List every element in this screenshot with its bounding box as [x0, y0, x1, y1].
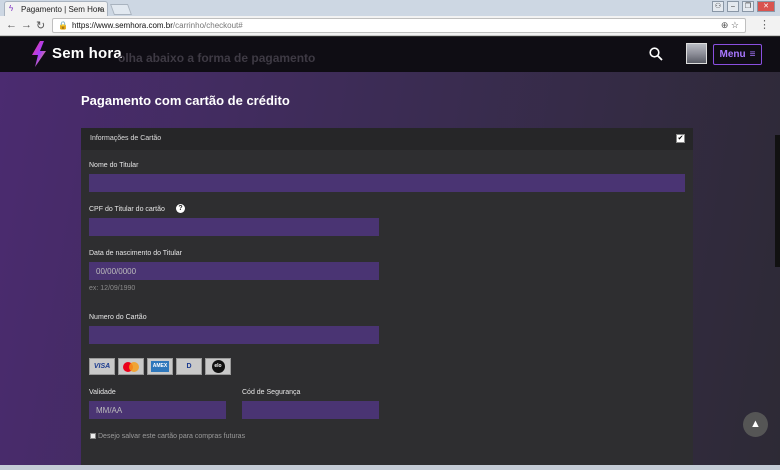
site-favicon-icon: ϟ	[9, 4, 14, 13]
logo-bolt-icon[interactable]	[31, 41, 47, 67]
elo-label: elo	[211, 360, 225, 373]
mastercard-circles-icon	[123, 361, 139, 372]
birth-date-label: Data de nascimento do Titular	[89, 250, 182, 257]
tab-close-icon[interactable]: ×	[98, 4, 103, 14]
scroll-to-top-button[interactable]: ▲	[743, 412, 768, 437]
url-host: https://www.semhora.com.br	[71, 21, 173, 30]
save-card-label[interactable]: Desejo salvar este cartão para compras f…	[98, 433, 245, 440]
logo-text[interactable]: Sem hora	[52, 45, 122, 62]
card-number-label: Numero do Cartão	[89, 314, 147, 321]
address-bar-row: ← → ↻ 🔒 https://www.semhora.com.br/carri…	[0, 16, 780, 36]
reload-icon[interactable]: ↻	[36, 19, 45, 32]
search-icon[interactable]	[649, 47, 663, 61]
tab-title: Pagamento | Sem Hora	[21, 4, 105, 14]
page-title: Pagamento com cartão de crédito	[81, 93, 290, 108]
validity-label: Validade	[89, 389, 116, 396]
section-checkbox[interactable]: ✔	[676, 134, 685, 143]
page-scrollbar[interactable]	[775, 135, 780, 267]
card-section-label: Informações de Cartão	[90, 135, 162, 142]
site-header: Sem hora olha abaixo a forma de pagament…	[0, 37, 780, 72]
birth-date-input[interactable]: 00/00/0000	[89, 262, 379, 280]
elo-brand-icon[interactable]: elo	[205, 358, 231, 375]
amex-label: AMEX	[151, 361, 169, 372]
diners-brand-icon[interactable]: D	[176, 358, 202, 375]
lock-icon: 🔒	[58, 21, 68, 30]
back-icon[interactable]: ←	[6, 19, 17, 31]
security-code-label: Cód de Segurança	[242, 389, 301, 396]
holder-name-input[interactable]	[89, 174, 685, 192]
bookmark-star-icon[interactable]: ⊕ ☆	[721, 20, 739, 31]
birth-date-hint: ex: 12/09/1990	[89, 285, 136, 292]
cpf-label: CPF do Titular do cartão	[89, 206, 165, 213]
cpf-input[interactable]	[89, 218, 379, 236]
url-path: /carrinho/checkout#	[172, 21, 243, 30]
amex-brand-icon[interactable]: AMEX	[147, 358, 173, 375]
card-section-header: Informações de Cartão ✔	[81, 128, 693, 150]
close-window-button[interactable]: ✕	[757, 1, 775, 12]
menu-button[interactable]: Menu ≡	[713, 44, 762, 65]
hamburger-icon: ≡	[749, 49, 756, 60]
restore-button[interactable]: ❐	[742, 1, 754, 12]
browser-tab[interactable]: ϟ Pagamento | Sem Hora ×	[4, 1, 108, 16]
user-avatar[interactable]	[686, 43, 707, 64]
new-tab-button[interactable]	[109, 4, 133, 15]
obscured-heading: olha abaixo a forma de pagamento	[118, 51, 316, 65]
validity-input[interactable]: MM/AA	[89, 401, 226, 419]
minimize-button[interactable]: –	[727, 1, 739, 12]
security-code-input[interactable]	[242, 401, 379, 419]
holder-name-label: Nome do Titular	[89, 162, 139, 169]
browser-menu-icon[interactable]: ⋮	[759, 18, 770, 31]
credit-card-form: Informações de Cartão ✔ Nome do Titular …	[81, 128, 693, 470]
card-number-input[interactable]	[89, 326, 379, 344]
menu-label: Menu	[719, 49, 746, 60]
profile-icon[interactable]: ⚇	[712, 1, 724, 12]
help-icon[interactable]: ?	[176, 204, 185, 213]
forward-icon[interactable]: →	[21, 19, 32, 31]
mastercard-brand-icon[interactable]	[118, 358, 144, 375]
os-taskbar	[0, 465, 780, 470]
visa-brand-icon[interactable]: VISA	[89, 358, 115, 375]
browser-tab-strip: ϟ Pagamento | Sem Hora × ⚇ – ❐ ✕	[0, 0, 780, 16]
url-input[interactable]: 🔒 https://www.semhora.com.br/carrinho/ch…	[52, 18, 746, 33]
save-card-checkbox[interactable]	[90, 433, 96, 439]
